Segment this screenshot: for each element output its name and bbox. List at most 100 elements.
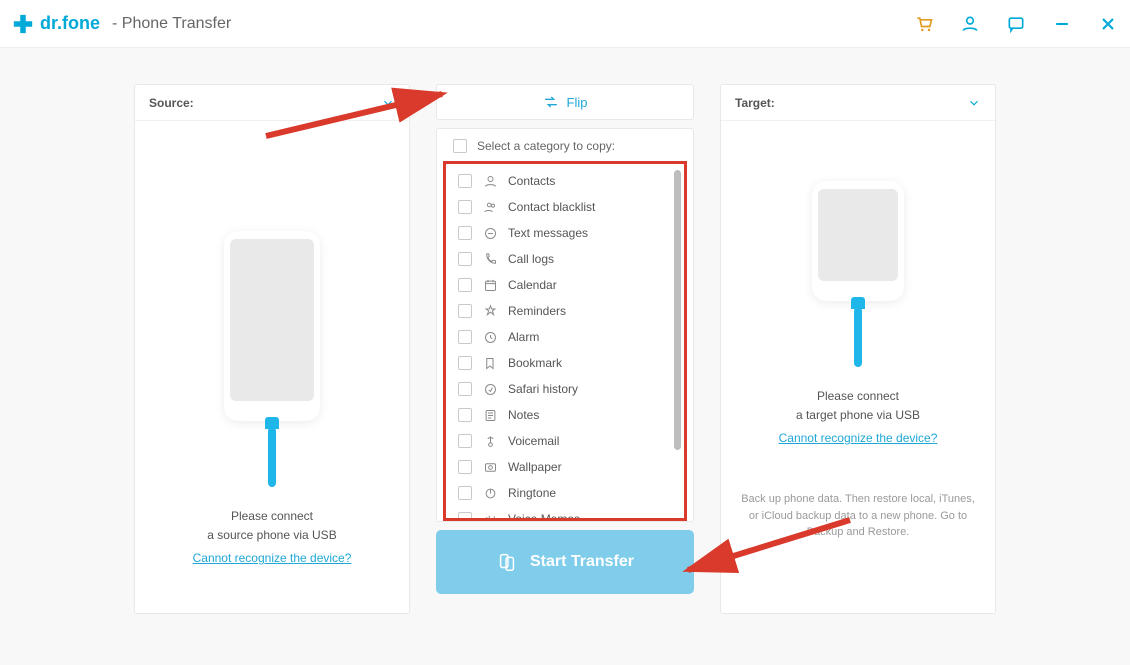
category-label: Call logs — [508, 252, 554, 266]
category-checkbox[interactable] — [458, 486, 472, 500]
chevron-down-icon[interactable] — [381, 96, 395, 110]
category-icon — [482, 407, 498, 423]
category-label: Reminders — [508, 304, 566, 318]
logo-icon — [12, 13, 34, 35]
source-hint: Please connect a source phone via USB — [207, 507, 336, 545]
select-prompt: Select a category to copy: — [477, 139, 615, 153]
source-help-link[interactable]: Cannot recognize the device? — [193, 551, 352, 565]
category-checkbox[interactable] — [458, 434, 472, 448]
category-icon — [482, 381, 498, 397]
category-checkbox[interactable] — [458, 278, 472, 292]
category-checkbox[interactable] — [458, 460, 472, 474]
category-label: Contacts — [508, 174, 555, 188]
category-icon — [482, 355, 498, 371]
category-label: Safari history — [508, 382, 578, 396]
category-checkbox[interactable] — [458, 200, 472, 214]
usb-cable-icon — [854, 307, 862, 367]
flip-label: Flip — [567, 95, 588, 110]
minimize-button[interactable] — [1052, 14, 1072, 34]
category-row[interactable]: Safari history — [454, 376, 676, 402]
start-label: Start Transfer — [530, 553, 634, 571]
category-label: Ringtone — [508, 486, 556, 500]
category-icon — [482, 433, 498, 449]
category-label: Alarm — [508, 330, 539, 344]
category-checkbox[interactable] — [458, 356, 472, 370]
category-row[interactable]: Contacts — [454, 168, 676, 194]
category-icon — [482, 485, 498, 501]
chevron-down-icon[interactable] — [967, 96, 981, 110]
category-row[interactable]: Alarm — [454, 324, 676, 350]
category-icon — [482, 199, 498, 215]
source-label: Source: — [149, 96, 194, 110]
window-controls — [914, 14, 1118, 34]
category-icon — [482, 277, 498, 293]
category-list: Contacts Contact blacklist Text messages Ca… — [446, 164, 684, 521]
category-icon — [482, 459, 498, 475]
phone-icon — [812, 181, 904, 301]
category-label: Voice Memos — [508, 512, 580, 521]
category-row[interactable]: Ringtone — [454, 480, 676, 506]
category-icon — [482, 225, 498, 241]
target-illustration: Please connect a target phone via USB Ca… — [721, 121, 995, 541]
category-icon — [482, 173, 498, 189]
start-transfer-button[interactable]: Start Transfer — [436, 530, 694, 594]
category-row[interactable]: Contact blacklist — [454, 194, 676, 220]
category-checkbox[interactable] — [458, 304, 472, 318]
target-note: Back up phone data. Then restore local, … — [721, 491, 995, 541]
category-row[interactable]: Notes — [454, 402, 676, 428]
category-label: Wallpaper — [508, 460, 562, 474]
category-checkbox[interactable] — [458, 226, 472, 240]
category-row[interactable]: Reminders — [454, 298, 676, 324]
source-header[interactable]: Source: — [135, 85, 409, 121]
category-row[interactable]: Bookmark — [454, 350, 676, 376]
source-panel: Source: Please connect a source phone vi… — [134, 84, 410, 614]
category-label: Notes — [508, 408, 539, 422]
category-checkbox[interactable] — [458, 512, 472, 521]
category-row[interactable]: Voicemail — [454, 428, 676, 454]
select-all-checkbox[interactable] — [453, 139, 467, 153]
source-illustration: Please connect a source phone via USB Ca… — [135, 121, 409, 565]
scrollbar-thumb[interactable] — [674, 170, 681, 450]
category-label: Bookmark — [508, 356, 562, 370]
target-help-link[interactable]: Cannot recognize the device? — [779, 431, 938, 445]
select-all-row: Select a category to copy: — [437, 139, 693, 161]
category-row[interactable]: Text messages — [454, 220, 676, 246]
category-label: Voicemail — [508, 434, 559, 448]
feedback-icon[interactable] — [1006, 14, 1026, 34]
category-row[interactable]: Wallpaper — [454, 454, 676, 480]
category-icon — [482, 329, 498, 345]
category-row[interactable]: Voice Memos — [454, 506, 676, 521]
account-icon[interactable] — [960, 14, 980, 34]
center-column: Flip Select a category to copy: Contacts… — [436, 84, 694, 614]
phone-icon — [224, 231, 320, 421]
category-panel: Select a category to copy: ContactsConta… — [436, 128, 694, 522]
main-stage: Source: Please connect a source phone vi… — [0, 48, 1130, 614]
category-row[interactable]: Calendar — [454, 272, 676, 298]
close-button[interactable] — [1098, 14, 1118, 34]
category-label: Contact blacklist — [508, 200, 595, 214]
category-label: Calendar — [508, 278, 557, 292]
category-checkbox[interactable] — [458, 382, 472, 396]
target-label: Target: — [735, 96, 775, 110]
target-panel: Target: Please connect a target phone vi… — [720, 84, 996, 614]
category-icon — [482, 251, 498, 267]
brand-text: dr.fone — [40, 13, 100, 34]
category-icon — [482, 511, 498, 521]
module-text: - Phone Transfer — [112, 15, 231, 33]
category-checkbox[interactable] — [458, 174, 472, 188]
title-bar: dr.fone - Phone Transfer — [0, 0, 1130, 48]
category-checkbox[interactable] — [458, 252, 472, 266]
category-label: Text messages — [508, 226, 588, 240]
category-row[interactable]: Call logs — [454, 246, 676, 272]
flip-icon — [543, 94, 559, 110]
target-header[interactable]: Target: — [721, 85, 995, 121]
category-checkbox[interactable] — [458, 330, 472, 344]
usb-cable-icon — [268, 427, 276, 487]
cart-icon[interactable] — [914, 14, 934, 34]
category-icon — [482, 303, 498, 319]
phones-icon — [496, 551, 518, 573]
category-highlight-box: Contacts Contact blacklist Text messages Ca… — [443, 161, 687, 521]
category-checkbox[interactable] — [458, 408, 472, 422]
flip-button[interactable]: Flip — [436, 84, 694, 120]
target-hint: Please connect a target phone via USB — [796, 387, 920, 425]
